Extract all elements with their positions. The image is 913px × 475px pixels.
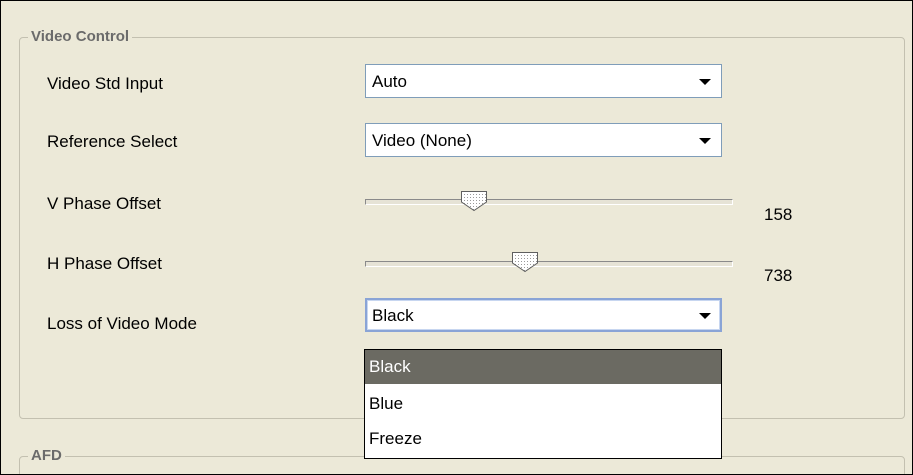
reference-select-combobox[interactable]: Video (None) [365,123,722,157]
v-phase-offset-value: 158 [764,205,793,224]
chevron-down-icon [699,313,711,319]
video-control-panel: Video Control Video Std Input Auto Refer… [0,0,913,475]
dropdown-option-blue[interactable]: Blue [365,387,721,421]
chevron-down-icon [699,138,711,144]
loss-of-video-mode-dropdown-list: Black Blue Freeze [364,349,722,459]
loss-of-video-mode-value: Black [372,306,414,325]
video-std-input-value: Auto [372,72,407,91]
v-phase-offset-label: V Phase Offset [47,194,162,213]
slider-thumb-icon[interactable] [460,190,488,212]
loss-of-video-mode-label: Loss of Video Mode [47,314,197,333]
h-phase-offset-value: 738 [764,266,793,285]
h-phase-offset-slider[interactable] [365,261,733,267]
reference-select-label: Reference Select [47,132,178,151]
afd-group-title: AFD [28,446,65,466]
reference-select-value: Video (None) [372,131,472,150]
video-std-input-combobox[interactable]: Auto [365,64,722,98]
video-std-input-label: Video Std Input [47,74,163,93]
dropdown-option-freeze[interactable]: Freeze [365,422,721,456]
chevron-down-icon [699,79,711,85]
dropdown-option-black[interactable]: Black [365,350,721,384]
v-phase-offset-slider[interactable] [365,199,733,205]
h-phase-offset-label: H Phase Offset [47,254,162,273]
video-control-group-title: Video Control [28,27,133,47]
slider-thumb-icon[interactable] [511,251,539,273]
loss-of-video-mode-combobox[interactable]: Black [365,298,722,332]
